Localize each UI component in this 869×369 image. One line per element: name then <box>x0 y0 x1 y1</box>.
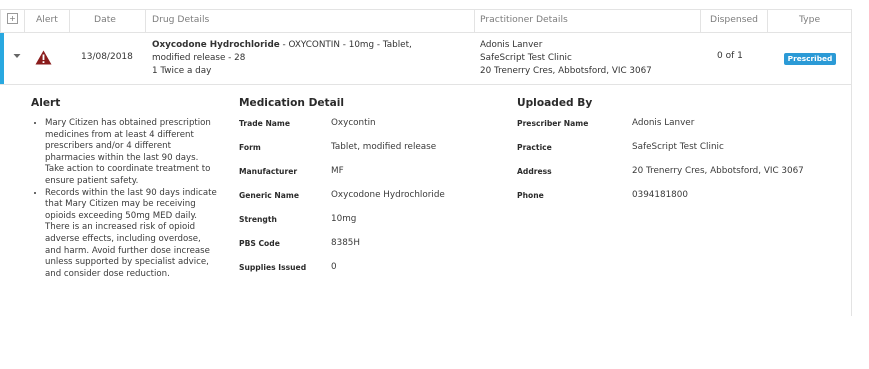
medication-value: 0 <box>331 262 337 272</box>
row-practitioner-clinic: SafeScript Test Clinic <box>480 53 572 63</box>
uploaded-label: Practice <box>517 143 552 152</box>
col-divider <box>700 9 701 33</box>
alert-section-title: Alert <box>31 97 61 109</box>
medication-label: Form <box>239 143 261 152</box>
medication-value: Oxycontin <box>331 118 376 128</box>
warning-triangle-icon <box>35 50 52 69</box>
col-divider <box>767 9 768 33</box>
chevron-down-icon[interactable] <box>13 52 21 62</box>
medication-value: Oxycodone Hydrochloride <box>331 190 445 200</box>
row-practitioner-address: 20 Trenerry Cres, Abbotsford, VIC 3067 <box>480 66 652 76</box>
col-divider <box>24 9 25 33</box>
uploaded-value: 20 Trenerry Cres, Abbotsford, VIC 3067 <box>632 166 804 176</box>
uploaded-label: Prescriber Name <box>517 119 589 128</box>
uploaded-value: 0394181800 <box>632 190 688 200</box>
col-divider <box>0 9 1 33</box>
drug-summary: - OXYCONTIN - 10mg - Tablet, <box>279 40 412 50</box>
medication-value: Tablet, modified release <box>331 142 437 152</box>
header-bottom-border <box>0 32 851 33</box>
row-practitioner-name: Adonis Lanver <box>480 40 543 50</box>
row-dispensed: 0 of 1 <box>717 51 743 61</box>
col-divider <box>69 9 70 33</box>
col-divider <box>145 9 146 33</box>
drug-name: Oxycodone Hydrochloride <box>152 40 280 50</box>
row-date: 13/08/2018 <box>81 52 133 62</box>
medication-label: Generic Name <box>239 191 299 200</box>
row-drug-line2: modified release - 28 <box>152 53 246 63</box>
medication-label: Manufacturer <box>239 167 298 176</box>
uploaded-label: Address <box>517 167 552 176</box>
expand-all-icon[interactable]: + <box>7 13 18 24</box>
medication-value: MF <box>331 166 344 176</box>
header-drug-details[interactable]: Drug Details <box>152 14 209 25</box>
header-practitioner-details[interactable]: Practitioner Details <box>480 14 568 25</box>
row-drug-dosage: 1 Twice a day <box>152 66 212 76</box>
alert-list: Mary Citizen has obtained prescription m… <box>31 118 219 280</box>
medication-label: Trade Name <box>239 119 290 128</box>
uploaded-section-title: Uploaded By <box>517 97 593 109</box>
uploaded-value: SafeScript Test Clinic <box>632 142 724 152</box>
header-type[interactable]: Type <box>799 14 820 25</box>
col-divider <box>474 9 475 33</box>
uploaded-label: Phone <box>517 191 544 200</box>
alert-item: Mary Citizen has obtained prescription m… <box>45 118 219 188</box>
status-badge: Prescribed <box>784 53 836 65</box>
row-selected-indicator <box>0 33 4 84</box>
alert-item: Records within the last 90 days indicate… <box>45 188 219 281</box>
medication-section-title: Medication Detail <box>239 97 345 109</box>
medication-value: 10mg <box>331 214 357 224</box>
medication-value: 8385H <box>331 238 361 248</box>
medication-label: Supplies Issued <box>239 263 307 272</box>
header-dispensed[interactable]: Dispensed <box>710 14 758 25</box>
table-right-border <box>851 9 852 316</box>
table-top-border <box>0 9 851 10</box>
medication-label: Strength <box>239 215 277 224</box>
row-drug-line1: Oxycodone Hydrochloride - OXYCONTIN - 10… <box>152 40 412 50</box>
header-date[interactable]: Date <box>94 14 116 25</box>
uploaded-value: Adonis Lanver <box>632 118 695 128</box>
medication-label: PBS Code <box>239 239 280 248</box>
header-alert: Alert <box>36 14 58 25</box>
row-bottom-border <box>0 84 851 85</box>
